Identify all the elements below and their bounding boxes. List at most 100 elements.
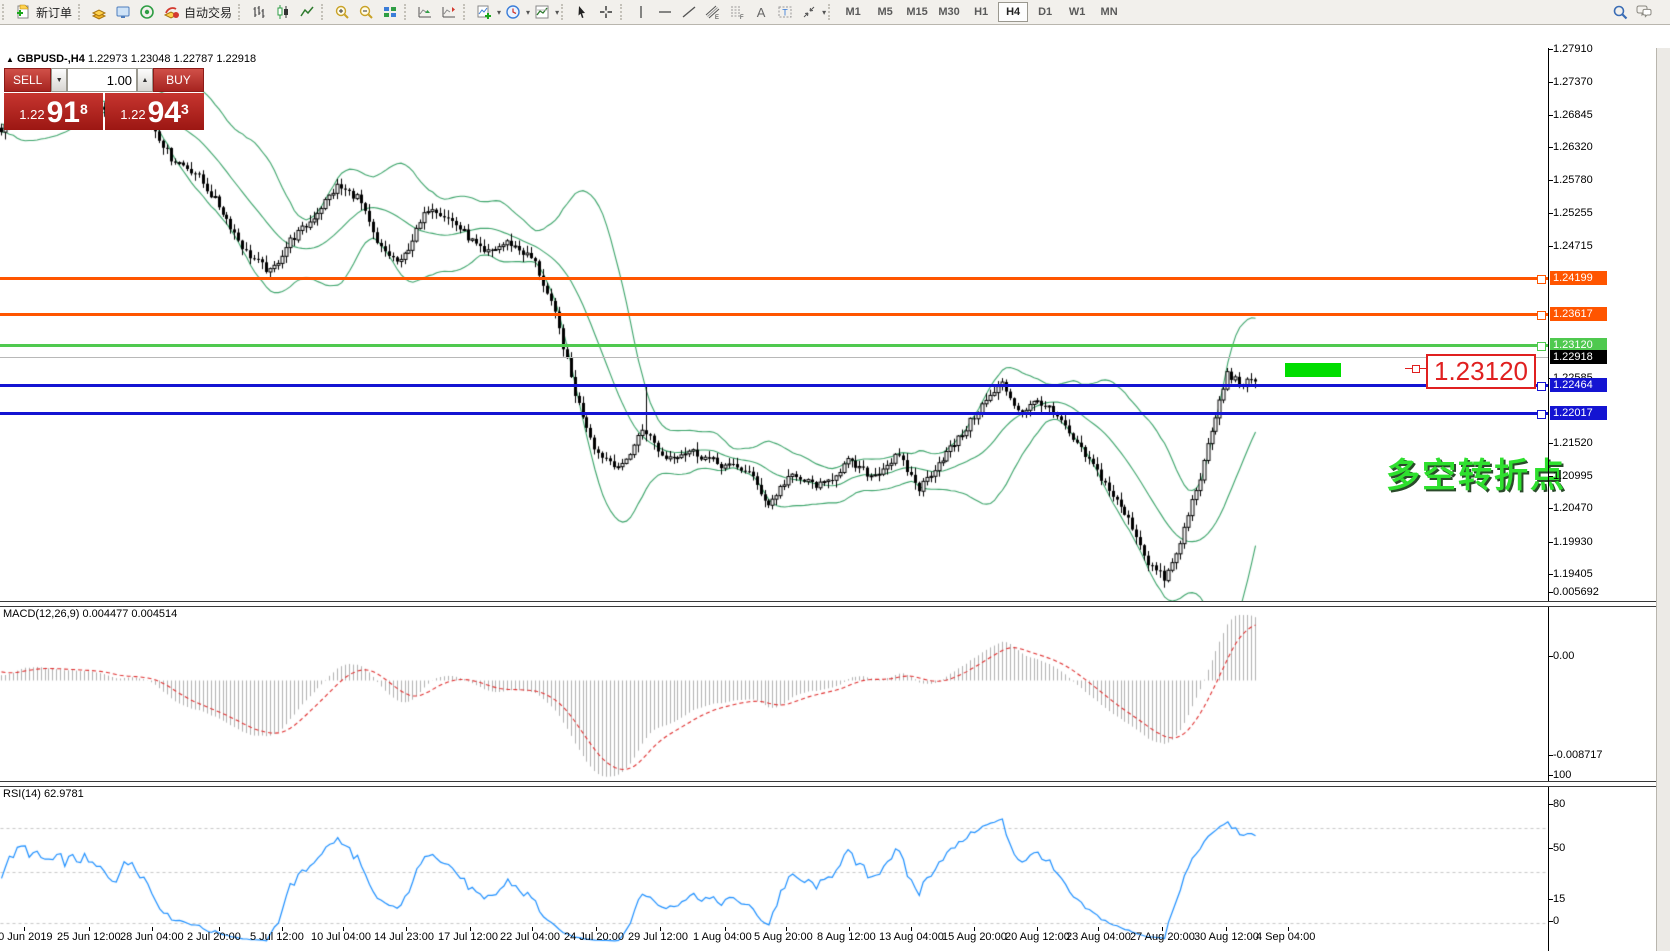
trendline-icon[interactable] bbox=[678, 2, 700, 22]
candlestick-chart-icon[interactable] bbox=[272, 2, 294, 22]
time-axis-label: 5 Aug 20:00 bbox=[754, 931, 813, 943]
turning-point-note[interactable]: 多空转折点 bbox=[1386, 448, 1566, 497]
volume-input[interactable] bbox=[67, 68, 137, 92]
macd-tick-mark bbox=[1548, 592, 1553, 593]
timeframe-m30[interactable]: M30 bbox=[934, 2, 964, 22]
time-axis-label: 14 Jul 23:00 bbox=[374, 931, 434, 943]
templates-icon[interactable] bbox=[531, 2, 553, 22]
price-chart-canvas[interactable] bbox=[0, 48, 1548, 601]
rsi-axis-label: 0 bbox=[1553, 914, 1559, 928]
timeframe-h1[interactable]: H1 bbox=[966, 2, 996, 22]
price-tick-mark bbox=[1548, 476, 1553, 477]
cursor-icon[interactable] bbox=[571, 2, 593, 22]
line-chart-icon[interactable] bbox=[296, 2, 318, 22]
volume-increase-button[interactable]: ▲ bbox=[137, 68, 153, 92]
symbol-label: GBPUSD-,H4 bbox=[17, 53, 85, 65]
horizontal-line-object[interactable] bbox=[0, 313, 1548, 316]
strategy-tester-icon[interactable] bbox=[136, 2, 158, 22]
macd-canvas[interactable] bbox=[0, 605, 1548, 781]
horizontal-line-object[interactable] bbox=[0, 277, 1548, 280]
templates-caret[interactable]: ▾ bbox=[555, 8, 559, 17]
chat-icon[interactable] bbox=[1633, 2, 1655, 22]
auto-trading-icon[interactable] bbox=[160, 2, 182, 22]
text-label-icon[interactable]: T bbox=[774, 2, 796, 22]
toolbar-grip bbox=[620, 4, 627, 20]
timeframe-mn[interactable]: MN bbox=[1094, 2, 1124, 22]
timeframe-d1[interactable]: D1 bbox=[1030, 2, 1060, 22]
indicators-icon[interactable] bbox=[473, 2, 495, 22]
crosshair-icon[interactable] bbox=[595, 2, 617, 22]
horizontal-line-object[interactable] bbox=[0, 412, 1548, 415]
price-tick-label: 1.24715 bbox=[1553, 239, 1593, 253]
price-tick-label: 1.26320 bbox=[1553, 140, 1593, 154]
horizontal-line-object[interactable] bbox=[0, 344, 1548, 347]
toolbar-grip bbox=[828, 4, 835, 20]
panel-divider[interactable] bbox=[0, 601, 1656, 607]
timeframe-w1[interactable]: W1 bbox=[1062, 2, 1092, 22]
buy-button[interactable]: BUY bbox=[153, 68, 204, 92]
bid-price[interactable]: 1.22 91 8 bbox=[4, 93, 103, 130]
timeframe-m5[interactable]: M5 bbox=[870, 2, 900, 22]
time-axis-label: 29 Jul 12:00 bbox=[628, 931, 688, 943]
price-tick-mark bbox=[1548, 246, 1553, 247]
time-axis-tick bbox=[1162, 927, 1163, 931]
time-axis-tick bbox=[974, 927, 975, 931]
toolbar: 新订单 自动交易 bbox=[0, 0, 1670, 25]
time-axis-label: 22 Jul 04:00 bbox=[500, 931, 560, 943]
zoom-out-icon[interactable] bbox=[355, 2, 377, 22]
new-order-icon[interactable] bbox=[12, 2, 34, 22]
vertical-line-icon[interactable] bbox=[630, 2, 652, 22]
timeframe-m15[interactable]: M15 bbox=[902, 2, 932, 22]
zoom-in-icon[interactable] bbox=[331, 2, 353, 22]
fibonacci-icon[interactable]: F bbox=[726, 2, 748, 22]
periods-caret[interactable]: ▾ bbox=[526, 8, 530, 17]
current-price-label: 1.22918 bbox=[1550, 350, 1607, 364]
horizontal-line-object[interactable] bbox=[0, 384, 1548, 387]
time-axis-label: 20 Aug 12:00 bbox=[1005, 931, 1070, 943]
sell-button[interactable]: SELL bbox=[4, 68, 51, 92]
chart-shift-icon[interactable] bbox=[438, 2, 460, 22]
highlight-rectangle[interactable] bbox=[1285, 363, 1341, 377]
ask-price[interactable]: 1.22 94 3 bbox=[105, 93, 204, 130]
new-order-label[interactable]: 新订单 bbox=[36, 4, 72, 21]
periods-icon[interactable] bbox=[502, 2, 524, 22]
price-tick-label: 1.20995 bbox=[1553, 469, 1593, 483]
auto-scroll-icon[interactable] bbox=[414, 2, 436, 22]
one-click-trading-panel: SELL ▼ ▲ BUY 1.22 91 8 1.22 94 3 bbox=[4, 68, 204, 130]
volume-decrease-button[interactable]: ▼ bbox=[51, 68, 67, 92]
time-axis-tick bbox=[786, 927, 787, 931]
time-axis-tick bbox=[152, 927, 153, 931]
search-icon[interactable] bbox=[1609, 2, 1631, 22]
time-axis-tick bbox=[470, 927, 471, 931]
time-axis-tick bbox=[282, 927, 283, 931]
bar-chart-icon[interactable] bbox=[248, 2, 270, 22]
macd-tick-mark bbox=[1548, 755, 1553, 756]
timeframe-bar: M1M5M15M30H1H4D1W1MN bbox=[837, 0, 1125, 24]
timeframe-h4[interactable]: H4 bbox=[998, 2, 1028, 22]
macd-label: MACD(12,26,9) 0.004477 0.004514 bbox=[3, 608, 177, 620]
tile-windows-icon[interactable] bbox=[379, 2, 401, 22]
bid-price-sup: 8 bbox=[80, 90, 88, 128]
time-axis-label: 17 Jul 12:00 bbox=[438, 931, 498, 943]
price-line-label: 1.22017 bbox=[1550, 406, 1607, 420]
indicators-caret[interactable]: ▾ bbox=[497, 8, 501, 17]
auto-trading-label[interactable]: 自动交易 bbox=[184, 4, 232, 21]
rsi-axis-label: 50 bbox=[1553, 841, 1565, 855]
text-icon[interactable]: A bbox=[750, 2, 772, 22]
equidistant-channel-icon[interactable]: E bbox=[702, 2, 724, 22]
price-tick-mark bbox=[1548, 213, 1553, 214]
arrows-icon[interactable] bbox=[798, 2, 820, 22]
price-tick-label: 1.26845 bbox=[1553, 108, 1593, 122]
data-window-icon[interactable] bbox=[112, 2, 134, 22]
price-callout-box[interactable]: 1.23120 bbox=[1426, 354, 1536, 389]
time-axis-tick bbox=[1098, 927, 1099, 931]
panel-divider[interactable] bbox=[0, 781, 1656, 787]
market-watch-icon[interactable] bbox=[88, 2, 110, 22]
arrows-caret[interactable]: ▾ bbox=[822, 8, 826, 17]
horizontal-line-icon[interactable] bbox=[654, 2, 676, 22]
close-value: 1.22918 bbox=[216, 53, 256, 65]
rsi-canvas[interactable] bbox=[0, 785, 1548, 951]
timeframe-m1[interactable]: M1 bbox=[838, 2, 868, 22]
time-axis-label: 27 Aug 20:00 bbox=[1130, 931, 1195, 943]
macd-tick-mark bbox=[1548, 656, 1553, 657]
